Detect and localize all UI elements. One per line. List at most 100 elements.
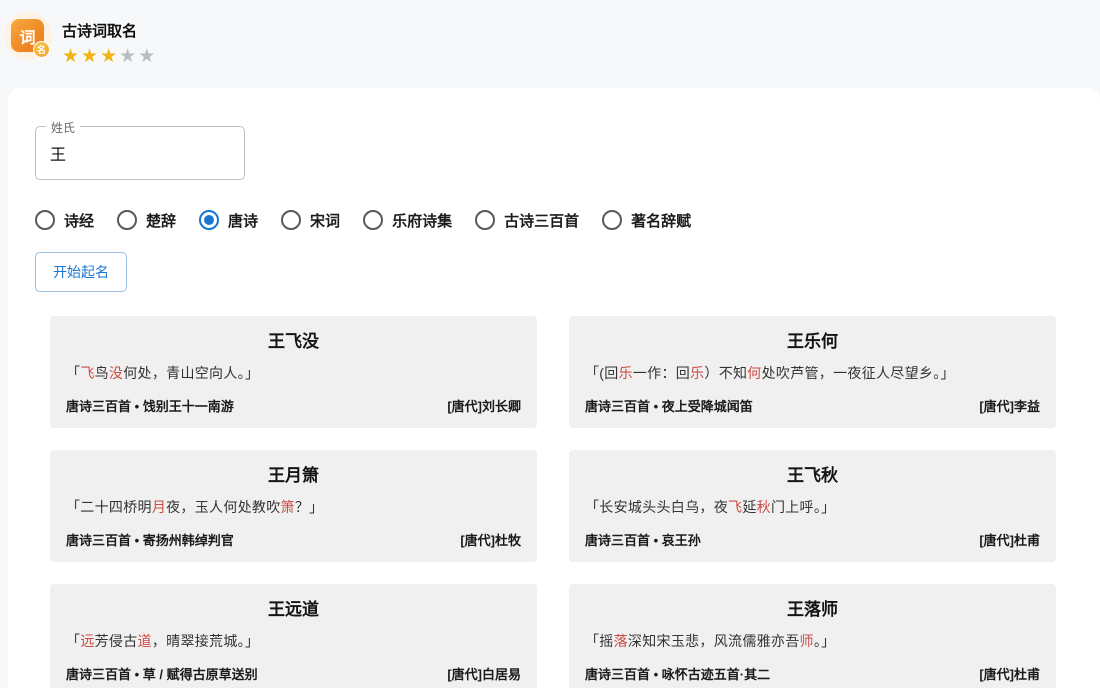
card-quote: 「飞鸟没何处，青山空向人。」 [66,363,521,383]
logo-badge-glyph: 名 [33,41,50,58]
rating-stars: ★★★★★ [62,47,157,66]
star-icon: ★ [119,46,136,67]
card-source: 唐诗三百首 • 草 / 赋得古原草送别 [66,664,258,683]
quote-text: 鸟 [95,365,109,381]
category-radio-label: 诗经 [64,210,94,231]
quote-highlight-char: 没 [109,365,123,381]
quote-text: 延 [742,499,756,515]
card-name: 王飞秋 [585,461,1040,486]
card-author: [唐代]杜牧 [460,530,521,549]
results-grid: 王飞没 「飞鸟没何处，青山空向人。」 唐诗三百首 • 饯别王十一南游 [唐代]刘… [50,316,1056,688]
radio-unselected-icon[interactable] [117,210,137,230]
category-radio-宋词[interactable]: 宋词 [281,210,340,231]
quote-highlight-char: 飞 [80,365,94,381]
result-card[interactable]: 王远道 「远芳侵古道，晴翠接荒城。」 唐诗三百首 • 草 / 赋得古原草送别 [… [50,584,537,688]
card-quote: 「远芳侵古道，晴翠接荒城。」 [66,631,521,651]
result-card[interactable]: 王乐何 「(回乐一作：回乐）不知何处吹芦管，一夜征人尽望乡。」 唐诗三百首 • … [569,316,1056,428]
quote-text: 芳侵古 [95,633,138,649]
app-logo-icon: 词 名 [4,12,52,60]
category-radio-label: 著名辞赋 [631,210,691,231]
quote-text: 夜，玉人何处教吹 [166,499,280,515]
quote-text: 门上呼。」 [771,499,836,515]
card-source: 唐诗三百首 • 夜上受降城闻笛 [585,396,753,415]
quote-text: 「二十四桥明 [66,499,152,515]
quote-text: 处吹芦管，一夜征人尽望乡。」 [762,365,955,381]
quote-highlight-char: 月 [152,499,166,515]
card-name: 王远道 [66,595,521,620]
quote-text: ，晴翠接荒城。」 [152,633,259,649]
radio-unselected-icon[interactable] [281,210,301,230]
star-icon: ★ [100,46,117,67]
surname-field-label: 姓氏 [46,119,80,136]
quote-text: 「(回 [585,365,619,381]
card-author: [唐代]白居易 [447,664,521,683]
app-header: 词 名 古诗词取名 ★★★★★ [0,0,1100,88]
quote-text: 一作：回 [633,365,690,381]
card-source: 唐诗三百首 • 咏怀古迹五首·其二 [585,664,770,683]
surname-field[interactable]: 姓氏 [35,126,245,180]
card-name: 王乐何 [585,327,1040,352]
quote-highlight-char: 秋 [757,499,771,515]
card-source: 唐诗三百首 • 寄扬州韩绰判官 [66,530,234,549]
result-card[interactable]: 王月箫 「二十四桥明月夜，玉人何处教吹箫？」 唐诗三百首 • 寄扬州韩绰判官 [… [50,450,537,562]
quote-text: 深知宋玉悲，风流儒雅亦吾 [628,633,800,649]
card-author: [唐代]杜甫 [979,530,1040,549]
quote-text: 「 [66,365,80,381]
result-card[interactable]: 王飞没 「飞鸟没何处，青山空向人。」 唐诗三百首 • 饯别王十一南游 [唐代]刘… [50,316,537,428]
form-area: 姓氏 诗经 楚辞 唐诗 宋词 乐府诗集 古诗三百首 著名辞赋 开始起名 [8,126,1100,292]
card-quote: 「二十四桥明月夜，玉人何处教吹箫？」 [66,497,521,517]
category-radio-乐府诗集[interactable]: 乐府诗集 [363,210,452,231]
quote-text: 「摇 [585,633,614,649]
start-naming-button[interactable]: 开始起名 [35,252,127,292]
category-radio-楚辞[interactable]: 楚辞 [117,210,176,231]
quote-highlight-char: 道 [138,633,152,649]
radio-unselected-icon[interactable] [602,210,622,230]
category-radio-著名辞赋[interactable]: 著名辞赋 [602,210,691,231]
card-source: 唐诗三百首 • 哀王孙 [585,530,701,549]
category-radio-label: 楚辞 [146,210,176,231]
category-radio-label: 古诗三百首 [504,210,579,231]
quote-highlight-char: 箫 [281,499,295,515]
quote-highlight-char: 乐 [619,365,633,381]
quote-text: 。」 [814,633,836,649]
category-radio-label: 宋词 [310,210,340,231]
result-card[interactable]: 王落师 「摇落深知宋玉悲，风流儒雅亦吾师。」 唐诗三百首 • 咏怀古迹五首·其二… [569,584,1056,688]
card-author: [唐代]李益 [979,396,1040,415]
card-author: [唐代]刘长卿 [447,396,521,415]
category-radio-label: 乐府诗集 [392,210,452,231]
category-radio-label: 唐诗 [228,210,258,231]
star-icon: ★ [62,46,79,67]
card-author: [唐代]杜甫 [979,664,1040,683]
category-radio-诗经[interactable]: 诗经 [35,210,94,231]
quote-text: 「 [66,633,80,649]
main-panel: 姓氏 诗经楚辞唐诗宋词乐府诗集古诗三百首著名辞赋 开始起名 王飞没 「飞鸟没何处… [8,88,1100,688]
quote-highlight-char: 远 [80,633,94,649]
quote-highlight-char: 落 [614,633,628,649]
card-name: 王月箫 [66,461,521,486]
card-quote: 「长安城头头白乌，夜飞延秋门上呼。」 [585,497,1040,517]
category-radio-group: 诗经 楚辞 唐诗 宋词 乐府诗集 古诗三百首 著名辞赋 [35,208,1073,232]
quote-text: ？」 [295,499,324,515]
quote-highlight-char: 何 [747,365,761,381]
quote-highlight-char: 师 [800,633,814,649]
radio-unselected-icon[interactable] [363,210,383,230]
card-source: 唐诗三百首 • 饯别王十一南游 [66,396,234,415]
quote-text: 「长安城头头白乌，夜 [585,499,728,515]
quote-highlight-char: 飞 [728,499,742,515]
card-quote: 「摇落深知宋玉悲，风流儒雅亦吾师。」 [585,631,1040,651]
radio-unselected-icon[interactable] [35,210,55,230]
quote-highlight-char: 乐 [690,365,704,381]
star-icon: ★ [138,46,155,67]
card-quote: 「(回乐一作：回乐）不知何处吹芦管，一夜征人尽望乡。」 [585,363,1040,383]
result-card[interactable]: 王飞秋 「长安城头头白乌，夜飞延秋门上呼。」 唐诗三百首 • 哀王孙 [唐代]杜… [569,450,1056,562]
radio-selected-icon[interactable] [199,210,219,230]
quote-text: 何处，青山空向人。」 [123,365,259,381]
category-radio-唐诗[interactable]: 唐诗 [199,210,258,231]
radio-unselected-icon[interactable] [475,210,495,230]
card-name: 王飞没 [66,327,521,352]
card-name: 王落师 [585,595,1040,620]
category-radio-古诗三百首[interactable]: 古诗三百首 [475,210,579,231]
quote-text: ）不知 [704,365,747,381]
page-title: 古诗词取名 [62,20,157,41]
star-icon: ★ [81,46,98,67]
